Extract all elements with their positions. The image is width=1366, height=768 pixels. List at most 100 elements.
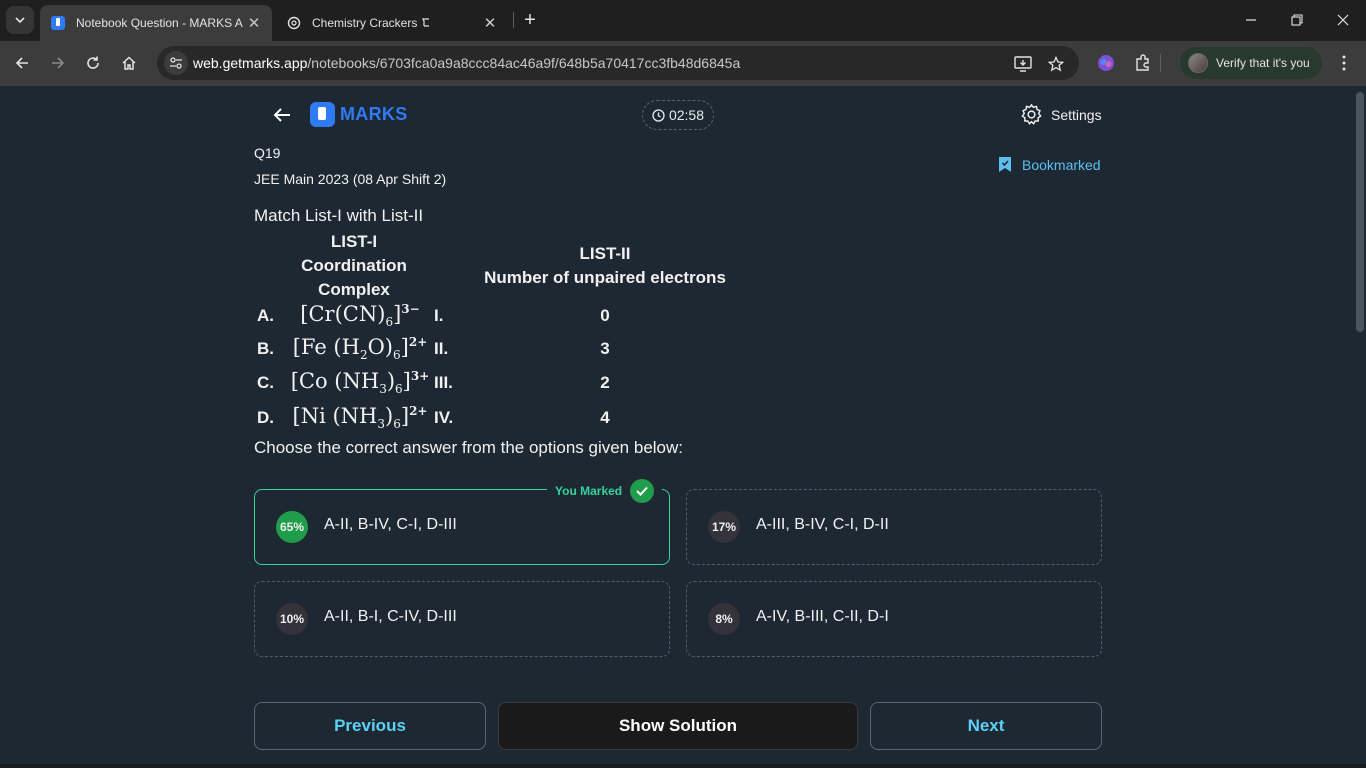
marks-logo-icon [310, 102, 335, 127]
row-value: 2 [600, 373, 610, 392]
row-value: 3 [600, 339, 610, 358]
marks-logo[interactable]: MARKS [310, 102, 408, 127]
settings-button[interactable]: Settings [1020, 103, 1102, 126]
list1-header: LIST-I Coordination Complex [290, 230, 418, 302]
reload-button[interactable] [80, 50, 106, 76]
bookmark-star-button[interactable] [1045, 53, 1067, 75]
back-button[interactable] [9, 50, 35, 76]
tab-notebook-question[interactable]: Notebook Question - MARKS A ✕ [40, 5, 272, 41]
profile-button[interactable]: Verify that it's you [1180, 47, 1322, 79]
new-tab-button[interactable]: + [520, 9, 540, 31]
complex-formula: [Fe (H2O)6]2+ [292, 335, 428, 363]
option-text: A-II, B-IV, C-I, D-III [324, 516, 457, 533]
logo-text: MARKS [340, 104, 408, 124]
option-text: A-IV, B-III, C-II, D-I [756, 608, 889, 625]
close-icon [1337, 14, 1349, 26]
option-c[interactable]: 10% A-II, B-I, C-IV, D-III [254, 581, 670, 657]
option-d[interactable]: 8% A-IV, B-III, C-II, D-I [686, 581, 1102, 657]
profile-label: Verify that it's you [1216, 56, 1310, 70]
more-vertical-icon [1342, 55, 1346, 71]
arrow-right-icon [52, 57, 65, 69]
row-roman: II. [434, 339, 449, 358]
match-row: C. [Co (NH3)6]3+ III. 2 [254, 369, 754, 399]
option-text: A-III, B-IV, C-I, D-II [756, 516, 889, 533]
option-b[interactable]: 17% A-III, B-IV, C-I, D-II [686, 489, 1102, 565]
bookmark-button[interactable]: Bookmarked [998, 156, 1101, 173]
extensions-button[interactable] [1131, 51, 1155, 75]
puzzle-icon [1136, 54, 1149, 71]
browser-tab-bar: Notebook Question - MARKS A ✕ Chemistry … [0, 0, 1366, 41]
close-icon[interactable]: ✕ [482, 15, 498, 32]
complex-formula: [Cr(CN)6]3− [300, 302, 420, 330]
home-icon [122, 56, 136, 70]
list1-title: LIST-I [330, 232, 378, 251]
show-solution-button[interactable]: Show Solution [498, 702, 858, 750]
question-source: JEE Main 2023 (08 Apr Shift 2) [254, 171, 447, 187]
row-roman: IV. [434, 408, 454, 427]
timer-value: 02:58 [668, 107, 705, 123]
restore-icon [1291, 14, 1303, 26]
minimize-button[interactable] [1228, 0, 1274, 40]
list2-header: LIST-II Number of unpaired electrons [470, 242, 740, 290]
tab-separator [513, 12, 514, 28]
marks-favicon-icon [50, 15, 66, 31]
option-percent-badge: 65% [276, 511, 308, 543]
option-text: A-II, B-I, C-IV, D-III [324, 608, 457, 625]
brain-extension-icon [1098, 55, 1114, 71]
match-row: B. [Fe (H2O)6]2+ II. 3 [254, 335, 754, 365]
row-value: 0 [600, 306, 610, 325]
browser-toolbar: web.getmarks.app/notebooks/6703fca0a9a8c… [0, 41, 1366, 86]
site-info-button[interactable] [164, 51, 188, 75]
question-prompt: Match List-I with List-II [254, 206, 424, 225]
bookmark-icon [998, 156, 1012, 173]
home-button[interactable] [116, 50, 142, 76]
clock-icon [652, 108, 665, 122]
chevron-down-icon [15, 17, 25, 24]
install-app-button[interactable] [1012, 53, 1034, 75]
tab-title: Chemistry Crackers [312, 16, 482, 30]
match-row: A. [Cr(CN)6]3− I. 0 [254, 302, 754, 332]
forward-button[interactable] [45, 50, 71, 76]
list1-subtitle-line1: Coordination [301, 256, 407, 275]
restore-button[interactable] [1274, 0, 1320, 40]
extension-brain-button[interactable] [1094, 51, 1118, 75]
arrow-left-icon [15, 57, 28, 69]
install-app-icon [1014, 56, 1032, 72]
option-percent-badge: 8% [708, 603, 740, 635]
row-letter: A. [257, 306, 274, 325]
you-marked-label: You Marked [555, 484, 623, 498]
tab-title: Notebook Question - MARKS A [76, 16, 243, 30]
list2-subtitle: Number of unpaired electrons [484, 268, 726, 287]
bookmark-label: Bookmarked [1022, 156, 1101, 173]
scrollbar-thumb[interactable] [1356, 92, 1364, 332]
option-percent-badge: 17% [708, 511, 740, 543]
minimize-icon [1246, 19, 1256, 21]
settings-label: Settings [1051, 106, 1102, 123]
bottom-edge [0, 764, 1366, 768]
row-letter: D. [257, 408, 274, 427]
list2-title: LIST-II [579, 244, 631, 263]
star-icon [1048, 56, 1064, 72]
tab-chemistry-crackers[interactable]: Chemistry Crackers ✕ [276, 5, 508, 41]
toolbar-separator [1160, 54, 1161, 72]
previous-button[interactable]: Previous [254, 702, 486, 750]
pin-icon [421, 18, 429, 27]
close-window-button[interactable] [1320, 0, 1366, 40]
browser-menu-button[interactable] [1333, 51, 1355, 75]
tune-icon [170, 57, 182, 69]
avatar [1188, 53, 1208, 73]
page-back-button[interactable] [270, 103, 294, 127]
next-button[interactable]: Next [870, 702, 1102, 750]
tab-search-button[interactable] [6, 6, 34, 34]
reload-icon [87, 56, 99, 69]
row-roman: III. [434, 373, 453, 392]
url-text: web.getmarks.app/notebooks/6703fca0a9a8c… [193, 55, 741, 71]
option-a[interactable]: You Marked 65% A-II, B-IV, C-I, D-III [254, 478, 670, 565]
chatgpt-favicon-icon [286, 15, 302, 31]
address-bar[interactable]: web.getmarks.app/notebooks/6703fca0a9a8c… [157, 46, 1079, 80]
match-row: D. [Ni (NH3)6]2+ IV. 4 [254, 404, 754, 434]
gear-icon [1020, 103, 1043, 126]
close-icon[interactable]: ✕ [246, 15, 262, 32]
question-instruction: Choose the correct answer from the optio… [254, 438, 684, 457]
row-roman: I. [434, 306, 444, 325]
